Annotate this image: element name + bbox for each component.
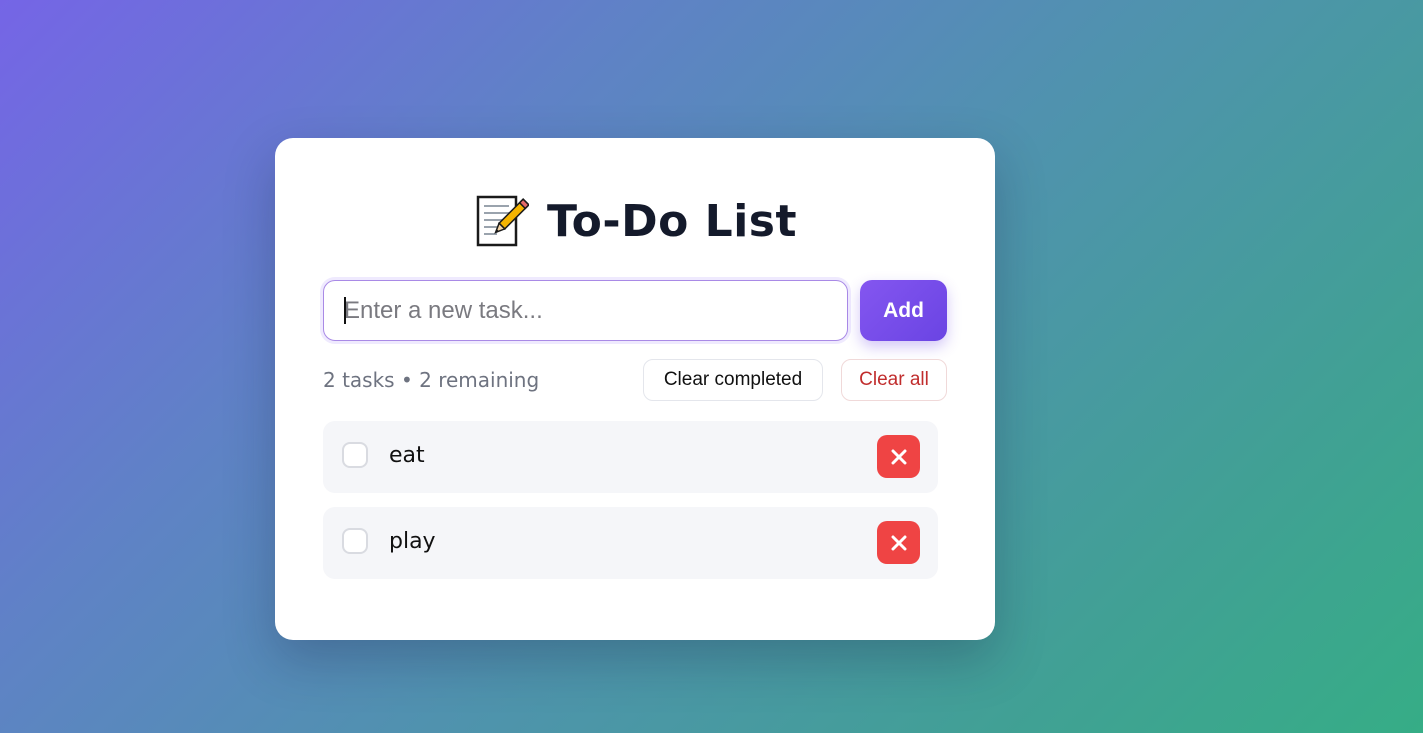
memo-icon <box>473 193 529 249</box>
task-list: eat play <box>323 421 938 593</box>
delete-task-button[interactable] <box>877 521 920 564</box>
close-icon <box>891 535 907 551</box>
new-task-input[interactable] <box>323 280 848 341</box>
task-item: play <box>323 507 938 579</box>
clear-completed-button[interactable]: Clear completed <box>643 359 823 401</box>
task-checkbox[interactable] <box>342 442 368 468</box>
task-checkbox[interactable] <box>342 528 368 554</box>
header: To-Do List <box>275 190 995 252</box>
close-icon <box>891 449 907 465</box>
clear-all-button[interactable]: Clear all <box>841 359 947 401</box>
task-text: eat <box>389 443 425 468</box>
task-item: eat <box>323 421 938 493</box>
add-task-button[interactable]: Add <box>860 280 947 341</box>
task-text: play <box>389 529 436 554</box>
delete-task-button[interactable] <box>877 435 920 478</box>
task-stats: 2 tasks • 2 remaining <box>323 368 540 392</box>
todo-card: To-Do List Add 2 tasks • 2 remaining Cle… <box>275 138 995 640</box>
text-caret <box>344 297 346 324</box>
page-title: To-Do List <box>546 195 798 247</box>
